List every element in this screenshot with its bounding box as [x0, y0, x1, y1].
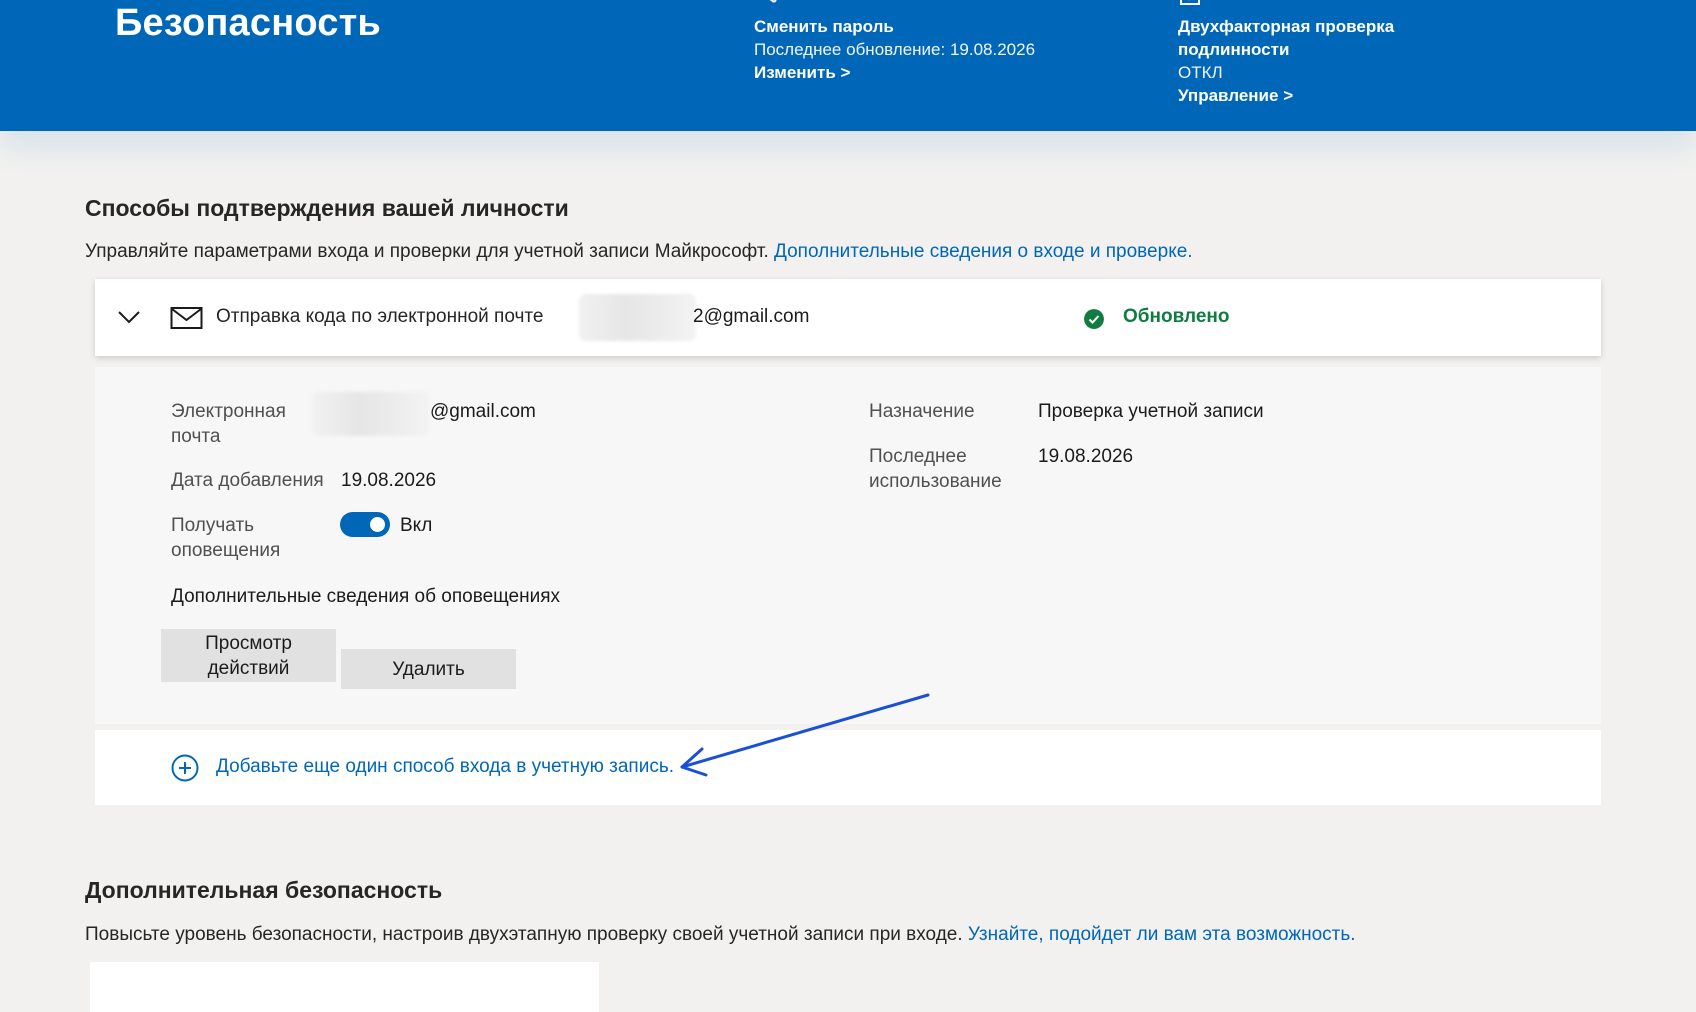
- last-used-label-line1: Последнее: [869, 446, 967, 467]
- learn-more-link[interactable]: Узнайте, подойдет ли вам эта возможность…: [968, 924, 1356, 945]
- change-password-title: Сменить пароль: [754, 17, 894, 36]
- signin-info-link[interactable]: Дополнительные сведения о входе и провер…: [774, 241, 1193, 262]
- two-step-card[interactable]: [90, 962, 599, 1012]
- email-value: @gmail.com: [430, 401, 536, 422]
- email-label: Электронная почта: [171, 399, 286, 449]
- date-added-value: 19.08.2026: [341, 470, 437, 491]
- view-activity-button[interactable]: Просмотр действий: [161, 629, 336, 682]
- notify-toggle[interactable]: [340, 512, 390, 537]
- last-used-label: Последнее использование: [869, 444, 1002, 494]
- checkbox-icon: [1180, 0, 1200, 5]
- status-updated: Обновлено: [1084, 306, 1230, 329]
- method-details-panel: Электронная почта @gmail.com Дата добавл…: [95, 367, 1601, 724]
- extra-security-title: Дополнительная безопасность: [85, 877, 443, 903]
- date-added-label: Дата добавления: [171, 470, 324, 491]
- add-method-link[interactable]: Добавьте еще один способ входа в учетную…: [216, 756, 674, 778]
- last-used-label-line2: использование: [869, 471, 1002, 492]
- two-factor-title-line2: подлинности: [1178, 40, 1290, 59]
- status-text: Обновлено: [1123, 306, 1230, 327]
- security-header: Безопасность Сменить пароль Последнее об…: [0, 0, 1696, 131]
- key-icon: [769, 0, 777, 3]
- verify-section-title: Способы подтверждения вашей личности: [85, 195, 569, 221]
- mail-icon: [170, 307, 203, 329]
- notify-label-line1: Получать: [171, 515, 255, 536]
- verify-section-description: Управляйте параметрами входа и проверки …: [85, 241, 1193, 263]
- method-email: 2@gmail.com: [693, 306, 810, 327]
- two-factor-title-line1: Двухфакторная проверка: [1178, 17, 1395, 36]
- extra-description-text: Повысьте уровень безопасности, настроив …: [85, 924, 963, 945]
- redacted-email: [579, 294, 696, 341]
- verify-description-text: Управляйте параметрами входа и проверки …: [85, 241, 769, 262]
- two-factor-status: ОТКЛ: [1178, 63, 1223, 82]
- email-label-line1: Электронная: [171, 401, 286, 422]
- check-circle-icon: [1084, 309, 1104, 329]
- method-label: Отправка кода по электронной почте: [216, 306, 544, 327]
- annotation-arrow: [680, 693, 930, 777]
- password-last-updated: Последнее обновление: 19.08.2026: [754, 40, 1036, 59]
- email-label-line2: почта: [171, 426, 221, 447]
- notify-label-line2: оповещения: [171, 540, 281, 561]
- page-title: Безопасность: [115, 2, 381, 44]
- plus-circle-icon[interactable]: [171, 754, 199, 782]
- purpose-label: Назначение: [869, 401, 975, 422]
- redacted-email-detail: [313, 392, 430, 436]
- notifications-info-link[interactable]: Дополнительные сведения об оповещениях: [171, 584, 560, 609]
- manage-two-factor-link[interactable]: Управление >: [1178, 84, 1293, 107]
- extra-security-description: Повысьте уровень безопасности, настроив …: [85, 924, 1356, 946]
- notify-label: Получать оповещения: [171, 513, 280, 563]
- chevron-down-icon[interactable]: [117, 307, 141, 327]
- email-method-row[interactable]: Отправка кода по электронной почте 2@gma…: [95, 279, 1601, 356]
- last-used-value: 19.08.2026: [1038, 446, 1134, 467]
- delete-button[interactable]: Удалить: [341, 649, 516, 689]
- view-activity-line1: Просмотр: [205, 632, 292, 654]
- change-password-link[interactable]: Изменить >: [754, 61, 850, 84]
- view-activity-line2: действий: [207, 657, 290, 679]
- toggle-knob: [370, 517, 385, 532]
- notify-value: Вкл: [400, 515, 433, 536]
- purpose-value: Проверка учетной записи: [1038, 401, 1264, 422]
